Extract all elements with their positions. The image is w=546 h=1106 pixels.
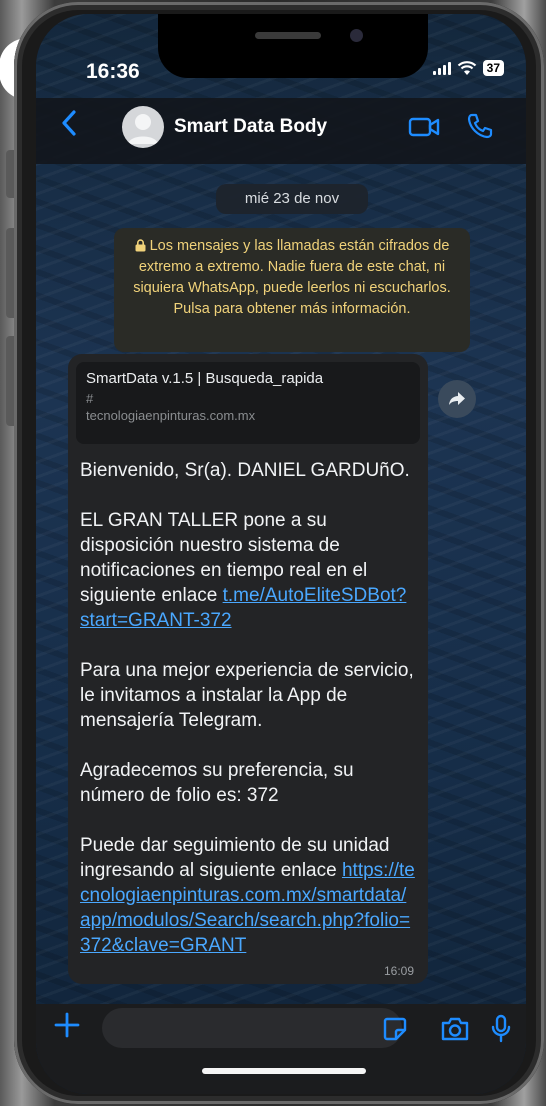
notch xyxy=(158,14,428,78)
battery-indicator: 37 xyxy=(482,60,504,76)
home-indicator xyxy=(202,1068,366,1074)
contact-name[interactable]: Smart Data Body xyxy=(174,116,327,138)
link-preview-hash: # xyxy=(86,391,94,406)
date-separator: mié 23 de nov xyxy=(216,184,368,214)
phone-call-icon[interactable] xyxy=(466,112,494,140)
status-icons: 37 xyxy=(432,60,504,76)
forward-button[interactable] xyxy=(438,380,476,418)
back-arrow-icon[interactable] xyxy=(60,108,78,138)
contact-avatar[interactable] xyxy=(122,106,164,148)
message-paragraph: EL GRAN TALLER pone a su disposición nue… xyxy=(80,508,416,633)
default-avatar-icon xyxy=(128,114,158,144)
front-camera xyxy=(350,29,363,42)
message-paragraph: Para una mejor experiencia de servicio, … xyxy=(80,660,414,731)
link-preview-domain: tecnologiaenpinturas.com.mx xyxy=(86,408,256,423)
video-call-icon[interactable] xyxy=(408,116,440,138)
message-paragraph: Agradecemos su preferencia, su número de… xyxy=(80,760,354,806)
message-input[interactable] xyxy=(102,1008,402,1048)
microphone-icon[interactable] xyxy=(490,1014,512,1044)
encryption-notice-text: Los mensajes y las llamadas están cifrad… xyxy=(133,238,451,317)
plus-icon[interactable] xyxy=(52,1010,82,1040)
phone-screen: 16:36 37 Smart Data Body mié 23 de nov L… xyxy=(36,14,526,1094)
speaker xyxy=(255,32,321,39)
link-preview[interactable]: SmartData v.1.5 | Busqueda_rapida # tecn… xyxy=(76,362,420,444)
link-preview-title: SmartData v.1.5 | Busqueda_rapida xyxy=(86,370,324,387)
wifi-icon xyxy=(457,60,476,75)
message-bubble[interactable]: SmartData v.1.5 | Busqueda_rapida # tecn… xyxy=(68,354,428,984)
lock-icon xyxy=(135,239,146,252)
message-paragraph: Puede dar seguimiento de su unidad ingre… xyxy=(80,833,416,958)
encryption-notice[interactable]: Los mensajes y las llamadas están cifrad… xyxy=(114,228,470,352)
composer-bar xyxy=(36,1004,526,1094)
status-time: 16:36 xyxy=(86,60,140,83)
chat-header: Smart Data Body xyxy=(36,98,526,164)
message-text: Bienvenido, Sr(a). DANIEL GARDUñO. EL GR… xyxy=(76,458,420,958)
forward-arrow-icon xyxy=(449,392,465,405)
sticker-icon[interactable] xyxy=(382,1016,408,1042)
message-timestamp: 16:09 xyxy=(383,964,414,978)
camera-icon[interactable] xyxy=(440,1016,470,1042)
signal-icon xyxy=(432,61,451,75)
message-greeting: Bienvenido, Sr(a). DANIEL GARDUñO. xyxy=(80,460,410,481)
